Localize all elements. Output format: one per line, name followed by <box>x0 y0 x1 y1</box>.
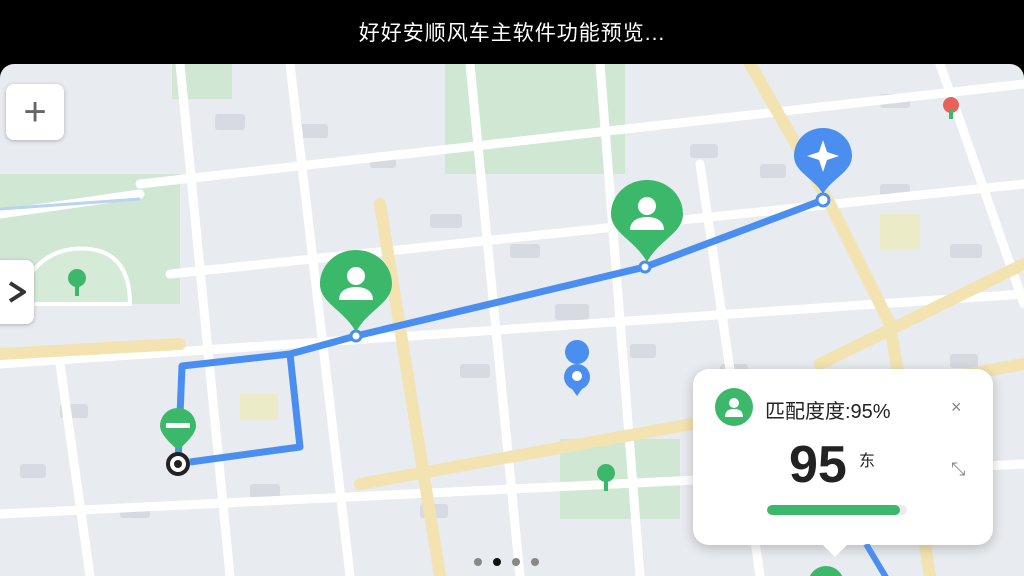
score-unit: 东 <box>859 453 876 470</box>
close-button[interactable]: × <box>951 397 962 418</box>
pager-dot[interactable] <box>531 558 539 566</box>
pager-dot[interactable] <box>474 558 482 566</box>
pager-dot[interactable] <box>493 558 501 566</box>
destination-pin-icon[interactable] <box>792 126 854 198</box>
pager-dots[interactable] <box>474 558 539 566</box>
pager-dot[interactable] <box>512 558 520 566</box>
route-segment <box>863 544 889 576</box>
match-progress-fill <box>767 505 900 515</box>
expand-button[interactable]: ⤡ <box>951 459 965 480</box>
passenger-pin-icon[interactable] <box>609 178 685 270</box>
avatar <box>715 388 753 426</box>
page-title: 好好安顺风车主软件功能预览... <box>0 0 1024 64</box>
match-degree-label: 匹配度度:95% <box>765 401 891 423</box>
match-card[interactable]: 匹配度度:95% × 95 东 ⤡ <box>693 369 993 557</box>
plus-icon: + <box>23 90 47 134</box>
start-pin-icon[interactable] <box>156 406 200 478</box>
locate-button[interactable] <box>0 260 34 324</box>
passenger-pin-icon <box>809 566 843 576</box>
map-view[interactable]: + 匹配度度:95% × 95 东 ⤡ <box>0 64 1024 576</box>
match-score: 95 <box>789 436 847 494</box>
passenger-pin-icon[interactable] <box>318 248 394 340</box>
location-arrow-icon <box>8 281 26 303</box>
match-progress-bar <box>767 505 907 515</box>
zoom-in-button[interactable]: + <box>6 84 64 140</box>
user-icon <box>725 398 743 417</box>
